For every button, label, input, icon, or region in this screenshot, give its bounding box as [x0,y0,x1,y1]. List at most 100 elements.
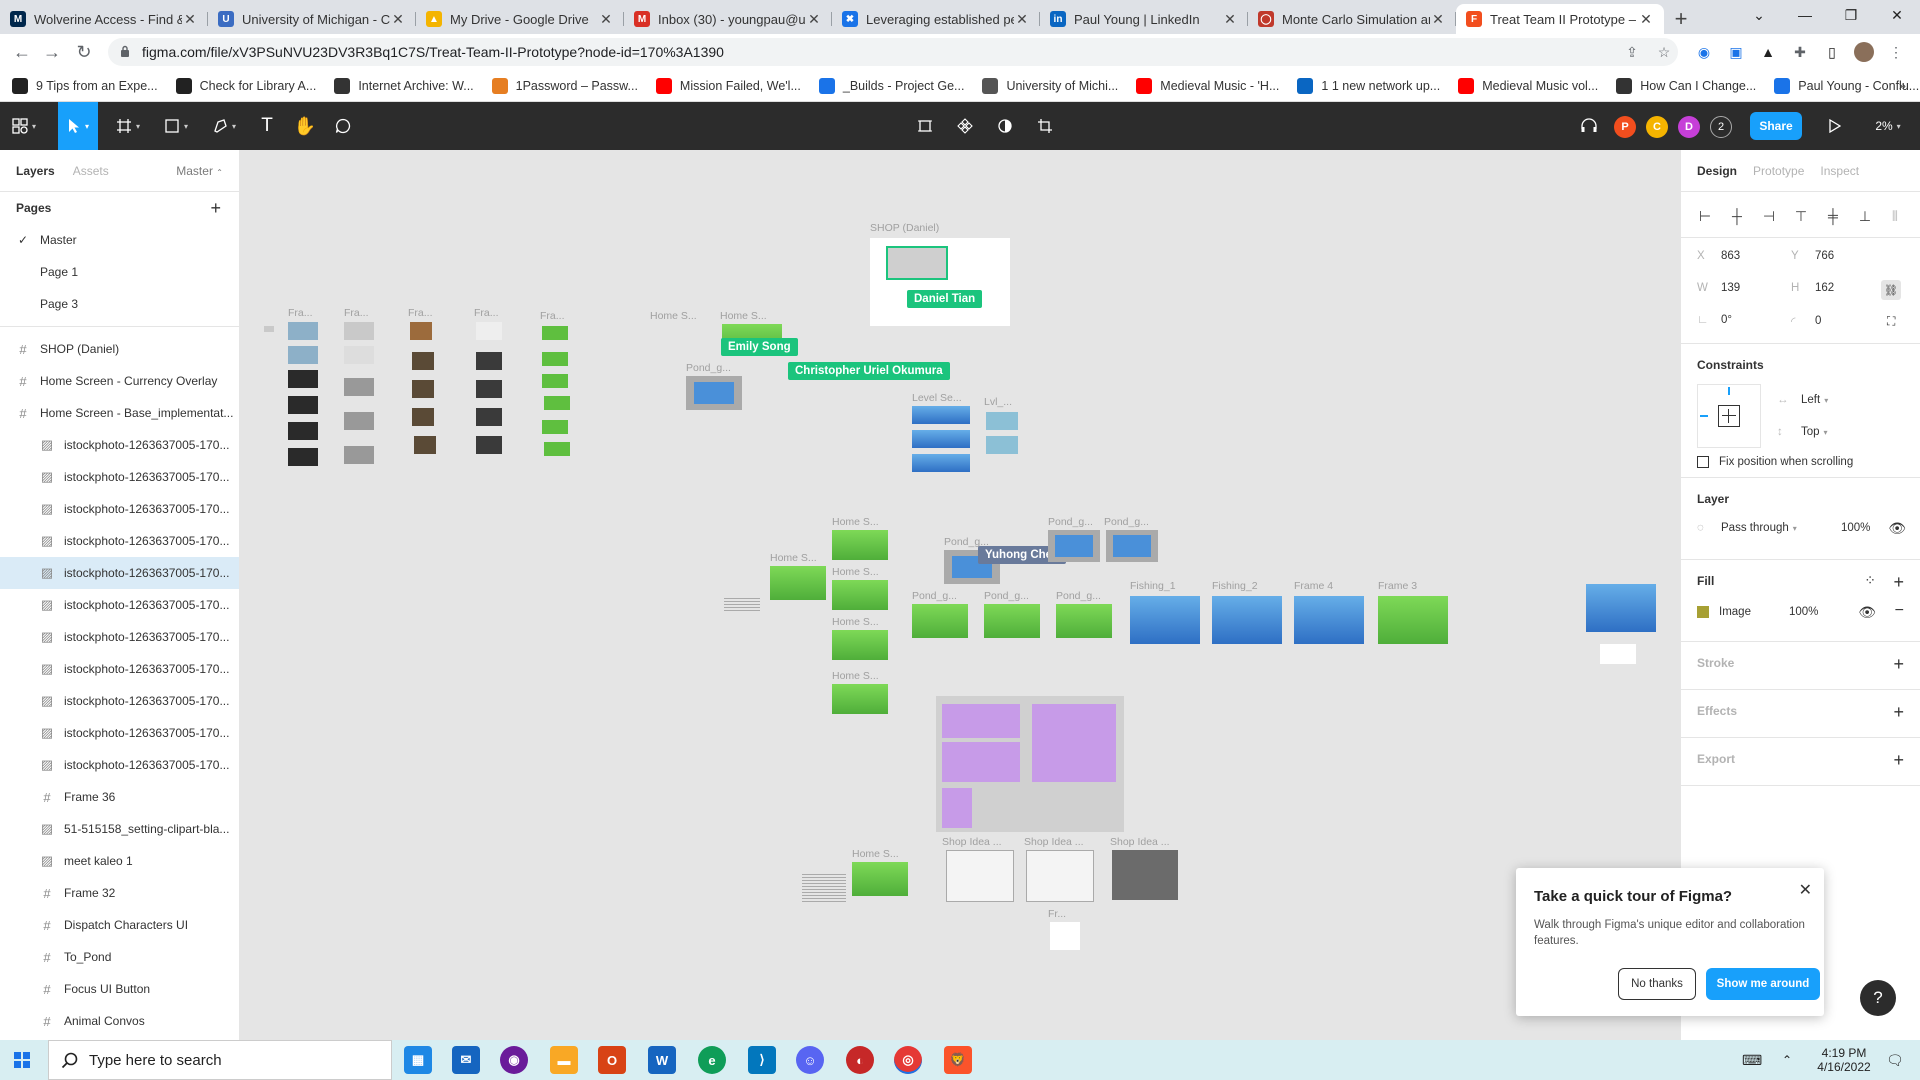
browser-tab[interactable]: U University of Michigan - C ✕ [208,4,416,34]
share-page-icon[interactable]: ⇪ [1622,42,1642,62]
frame-home-screen[interactable] [832,530,888,560]
new-tab-button[interactable]: + [1664,4,1698,34]
frame-thumb[interactable] [476,436,502,454]
fill-styles-grid-icon[interactable]: ⁘ [1864,572,1876,589]
frame-home-screen[interactable] [832,630,888,660]
frame-tool-icon[interactable]: ▾ [108,102,148,150]
frame-label-pond-g[interactable]: Pond_g... [1056,590,1101,602]
profile-avatar[interactable] [1854,42,1874,62]
constrain-proportions-icon[interactable]: ⛓ [1881,280,1901,300]
components-icon[interactable] [950,102,980,150]
figma-main-menu-icon[interactable]: ▾ [0,102,48,150]
frame-label-shop-idea-3[interactable]: Shop Idea ... [1110,836,1170,848]
frame-label-shop-idea-1[interactable]: Shop Idea ... [942,836,1002,848]
bookmark-item[interactable]: 1 1 new network up... [1297,77,1440,94]
align-top-icon[interactable]: ⊤ [1793,208,1809,224]
close-tab-icon[interactable]: ✕ [1430,11,1446,28]
y-field[interactable]: Y 766 [1791,250,1834,262]
bookmark-star-icon[interactable]: ☆ [1654,42,1674,62]
frame-thumb[interactable] [542,352,568,366]
brave-browser-icon[interactable]: 🦁 [944,1046,972,1074]
frame-label-home-s[interactable]: Home S... [770,552,817,564]
design-board-card[interactable] [942,704,1020,738]
design-board-card[interactable] [942,742,1020,782]
close-tab-icon[interactable]: ✕ [806,11,822,28]
close-tab-icon[interactable]: ✕ [1014,11,1030,28]
visibility-eye-icon[interactable]: 👁 [1888,520,1906,537]
layer-opacity-field[interactable]: 100% [1841,522,1870,534]
add-page-icon[interactable]: + [210,198,221,219]
frame-thumb[interactable] [476,380,502,398]
frame-label-fr[interactable]: Fr... [1048,908,1066,920]
layer-item[interactable]: # Home Screen - Base_implementat... [0,397,239,429]
frame-label-shop-idea-2[interactable]: Shop Idea ... [1024,836,1084,848]
keyboard-tray-icon[interactable]: ⌨ [1742,1040,1762,1080]
frame-thumb[interactable] [288,396,318,414]
align-vertical-center-icon[interactable]: ╪ [1825,208,1841,224]
frame-label-pond-g[interactable]: Pond_g... [984,590,1029,602]
bookmark-item[interactable]: Internet Archive: W... [334,77,474,94]
constraints-widget[interactable] [1697,384,1761,448]
extensions-puzzle-icon[interactable]: ✚ [1790,42,1810,62]
align-left-icon[interactable]: ⊢ [1697,208,1713,224]
windows-start-icon[interactable] [14,1052,30,1068]
browser-tab[interactable]: F Treat Team II Prototype – F ✕ [1456,4,1664,34]
frame-thumb[interactable] [288,422,318,440]
layer-item[interactable]: ▨ istockphoto-1263637005-170... [0,429,239,461]
browser-tab[interactable]: M Wolverine Access - Find & ✕ [0,4,208,34]
frame-home-screen[interactable] [852,862,908,896]
add-stroke-icon[interactable]: + [1893,654,1904,675]
share-button[interactable]: Share [1750,112,1802,140]
fill-visibility-eye-icon[interactable]: 👁 [1858,604,1876,621]
layer-item[interactable]: # SHOP (Daniel) [0,333,239,365]
frame-home-screen[interactable] [832,580,888,610]
bookmark-item[interactable]: Check for Library A... [175,77,316,94]
frame-home-screen[interactable] [832,684,888,714]
extension-3-icon[interactable]: ▲ [1758,42,1778,62]
frame-fishing-2[interactable] [1212,596,1282,644]
layer-item[interactable]: # Dispatch Characters UI [0,909,239,941]
bookmark-item[interactable]: Medieval Music vol... [1458,77,1598,94]
layer-item[interactable]: # Frame 32 [0,877,239,909]
close-tab-icon[interactable]: ✕ [182,11,198,28]
show-me-around-button[interactable]: Show me around [1706,968,1820,1000]
no-thanks-button[interactable]: No thanks [1618,968,1696,1000]
component-frame-icon[interactable] [910,102,940,150]
frame-pond-game[interactable] [1048,530,1100,562]
fill-image-row[interactable]: Image [1697,606,1751,618]
layer-item[interactable]: ▨ istockphoto-1263637005-170... [0,525,239,557]
frame-thumb[interactable] [288,346,318,364]
frame-level-select[interactable] [912,454,970,472]
frame-label-pond-g[interactable]: Pond_g... [686,362,731,374]
page-item[interactable]: ✓ Master [0,224,239,256]
align-bottom-icon[interactable]: ⊥ [1857,208,1873,224]
frame-label-frame-4[interactable]: Frame 4 [1294,580,1333,592]
close-icon[interactable]: ✕ [1799,880,1812,900]
layer-item[interactable]: ▨ istockphoto-1263637005-170... [0,461,239,493]
frame-thumb[interactable] [414,436,436,454]
frame-label-fishing-2[interactable]: Fishing_2 [1212,580,1258,592]
close-tab-icon[interactable]: ✕ [390,11,406,28]
github-app-icon[interactable]: ◉ [500,1046,528,1074]
frame-thumb[interactable] [542,420,568,434]
browser-tab[interactable]: ◯ Monte Carlo Simulation ar ✕ [1248,4,1456,34]
frame-label-pond-g[interactable]: Pond_g... [1048,516,1093,528]
frame-thumb[interactable] [544,396,570,410]
layer-item[interactable]: ▨ istockphoto-1263637005-170... [0,653,239,685]
frame-label-shop[interactable]: SHOP (Daniel) [870,222,939,234]
collaborator-avatar-c[interactable]: C [1646,116,1668,138]
restore-window-button[interactable]: ❐ [1828,0,1874,30]
present-play-icon[interactable] [1820,102,1850,150]
tray-chevron-up-icon[interactable]: ⌃ [1782,1040,1792,1080]
distribute-icon[interactable]: ⫴ [1887,208,1903,224]
layer-item[interactable]: # Animal Convos [0,1005,239,1037]
app-red-icon[interactable]: ◐ [846,1046,874,1074]
align-right-icon[interactable]: ⊣ [1761,208,1777,224]
frame-label-fra-1[interactable]: Fra... [288,307,313,319]
frame-shop-idea-3[interactable] [1112,850,1178,900]
frame-pond-game[interactable] [912,604,968,638]
page-item[interactable]: Page 1 [0,256,239,288]
store-app-icon[interactable]: ▦ [404,1046,432,1074]
frame-level-select[interactable] [912,430,970,448]
layer-item[interactable]: ▨ istockphoto-1263637005-170... [0,557,239,589]
